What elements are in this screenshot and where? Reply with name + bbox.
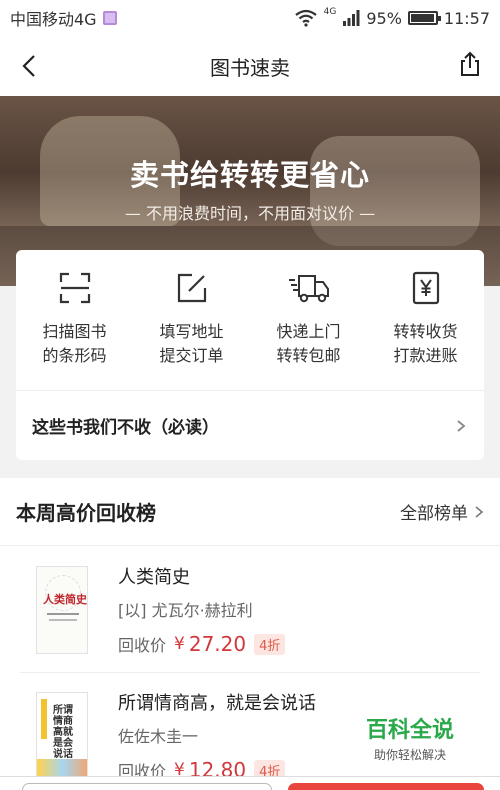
- yen-icon: [412, 271, 439, 305]
- status-bar: 中国移动4G 4G 95% 11:57: [0, 0, 500, 36]
- book-cover: 所谓情商高就是会说话: [36, 692, 88, 780]
- cover-title: 所谓情商高就是会说话: [53, 705, 73, 760]
- bottom-bar: [0, 776, 500, 790]
- currency-symbol: ¥: [174, 634, 185, 654]
- truck-icon: [288, 275, 329, 303]
- book-author: [以] 尤瓦尔·赫拉利: [118, 601, 253, 620]
- cover-accent: [41, 699, 47, 739]
- share-icon[interactable]: [456, 50, 484, 78]
- chevron-right-icon: [457, 419, 466, 432]
- edit-icon: [177, 273, 206, 303]
- step-address: 填写地址 提交订单: [133, 270, 250, 390]
- banner-subtitle: — 不用浪费时间，不用面对议价 —: [124, 204, 376, 223]
- carrier: 中国移动4G: [10, 6, 117, 30]
- back-arrow-icon[interactable]: [16, 52, 44, 80]
- price-label: 回收价: [118, 636, 167, 655]
- sell-button[interactable]: [288, 783, 484, 790]
- cover-line: [47, 613, 79, 615]
- rejected-books-notice[interactable]: 这些书我们不收（必读）: [16, 390, 484, 460]
- step-label: 填写地址 提交订单: [159, 322, 224, 365]
- status-right: 4G 95% 11:57: [294, 7, 490, 28]
- battery-icon: [407, 11, 441, 25]
- banner-headline: 卖书给转转更省心: [129, 158, 370, 192]
- ranking-title: 本周高价回收榜: [16, 501, 156, 525]
- step-scan: 扫描图书 的条形码: [16, 270, 133, 390]
- scan-icon: [59, 272, 90, 304]
- step-label: 快递上门 转转包邮: [276, 322, 341, 365]
- signal-icon: [343, 10, 360, 26]
- page-title: 图书速卖: [210, 55, 290, 80]
- cover-line: [49, 619, 77, 621]
- notice-text: 这些书我们不收（必读）: [32, 418, 219, 438]
- sim-icon: [102, 11, 117, 25]
- app-header: 图书速卖: [0, 36, 500, 96]
- process-card: 扫描图书 的条形码 填写地址 提交订单 快递上门 转转包邮 转转收货 打款进账 …: [16, 250, 484, 460]
- book-name: 人类简史: [118, 567, 190, 588]
- watermark: 百科全说 助你轻松解决: [360, 712, 460, 763]
- book-cover: 人类简史: [36, 566, 88, 654]
- cover-title: 人类简史: [43, 593, 87, 606]
- battery-percent: 95%: [366, 8, 402, 28]
- step-label: 扫描图书 的条形码: [42, 322, 107, 365]
- process-steps: 扫描图书 的条形码 填写地址 提交订单 快递上门 转转包邮 转转收货 打款进账: [16, 250, 484, 390]
- price-row: 回收价 ¥ 27.20 4折: [118, 632, 480, 656]
- step-label: 转转收货 打款进账: [393, 322, 458, 365]
- search-box[interactable]: [22, 783, 272, 790]
- step-delivery: 快递上门 转转包邮: [250, 270, 367, 390]
- step-payment: 转转收货 打款进账: [367, 270, 484, 390]
- chevron-right-icon: [475, 505, 484, 518]
- book-price: 27.20: [188, 632, 247, 656]
- clock: 11:57: [443, 8, 490, 28]
- all-rankings-link[interactable]: 全部榜单: [400, 499, 484, 524]
- all-rankings-label: 全部榜单: [400, 504, 468, 524]
- ranking-header: 本周高价回收榜 全部榜单: [0, 478, 500, 546]
- carrier-name: 中国移动4G: [10, 10, 97, 29]
- wifi-icon: [294, 9, 317, 27]
- discount-badge: 4折: [254, 633, 286, 655]
- watermark-slogan: 助你轻松解决: [373, 748, 446, 762]
- book-info: 人类简史 [以] 尤瓦尔·赫拉利 回收价 ¥ 27.20 4折: [118, 566, 480, 656]
- network-type: 4G: [323, 7, 337, 17]
- book-item[interactable]: 人类简史 人类简史 [以] 尤瓦尔·赫拉利 回收价 ¥ 27.20 4折: [0, 546, 500, 671]
- watermark-title: 百科全说: [365, 718, 454, 743]
